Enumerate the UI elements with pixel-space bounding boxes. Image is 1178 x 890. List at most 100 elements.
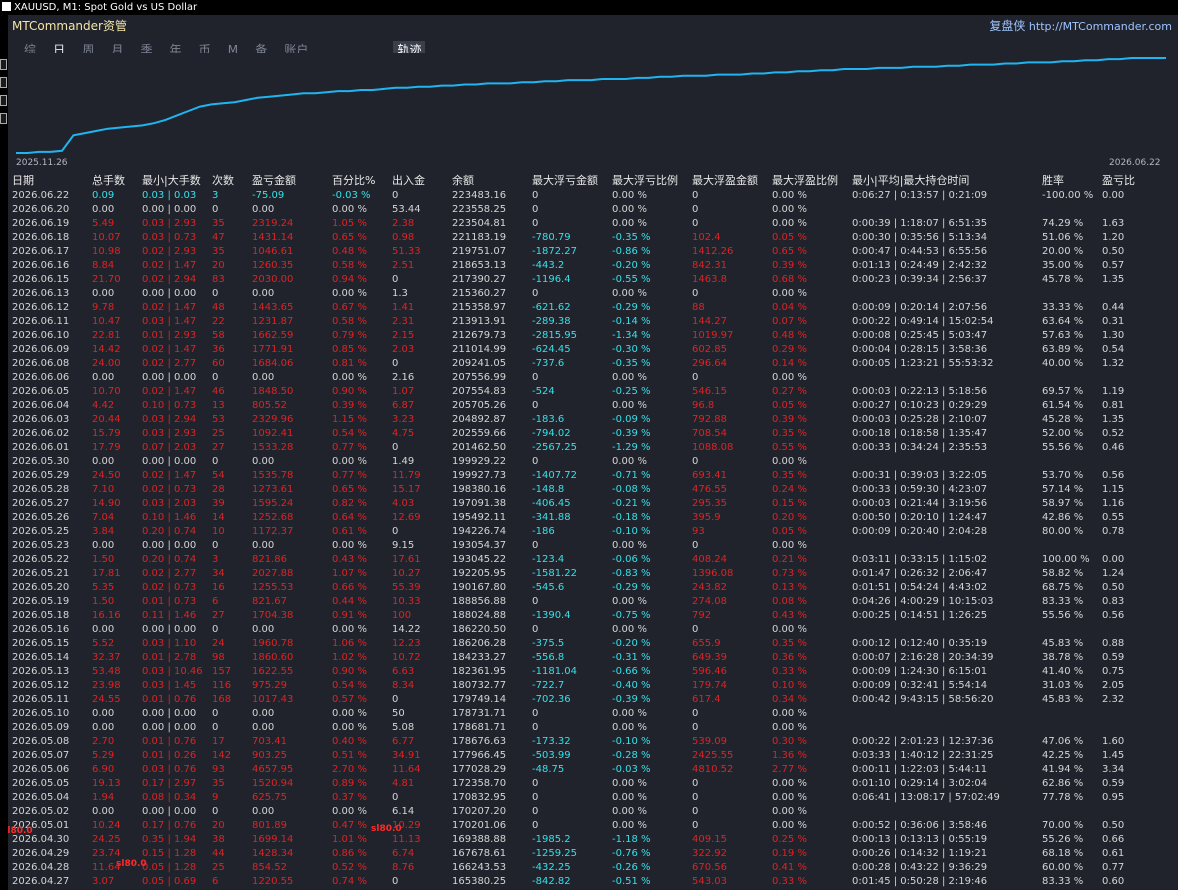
column-header[interactable]: 总手数 (92, 174, 125, 188)
column-header[interactable]: 盈亏金额 (252, 174, 296, 188)
table-row[interactable]: 2026.06.17 10.98 0.02 | 2.93 35 1046.61 0.48 … (8, 245, 1178, 259)
column-header[interactable]: 胜率 (1042, 174, 1064, 188)
table-row[interactable]: 2026.06.09 14.42 0.02 | 1.47 36 1771.91 0.85 … (8, 343, 1178, 357)
table-row[interactable]: 2026.05.27 14.90 0.03 | 2.03 39 1595.24 0.82 … (8, 497, 1178, 511)
table-row[interactable]: 2026.06.22 0.09 0.03 | 0.03 3 -75.09 -0.03 % 0… (8, 189, 1178, 203)
table-row[interactable]: 2026.06.04 4.42 0.10 | 0.73 13 805.52 0.39 % 6… (8, 399, 1178, 413)
column-header[interactable]: 最大浮亏金额 (532, 174, 598, 188)
table-row[interactable]: 2026.05.18 16.16 0.11 | 1.46 27 1704.38 0.91 … (8, 609, 1178, 623)
table-row[interactable]: 2026.04.30 24.25 0.35 | 1.94 38 1699.14 1.01 … (8, 833, 1178, 847)
table-row[interactable]: 2026.05.23 0.00 0.00 | 0.00 0 0.00 0.00 % 9.15… (8, 539, 1178, 553)
column-header[interactable]: 余额 (452, 174, 474, 188)
table-cell: 2.51 (392, 260, 415, 271)
table-cell: 1848.50 (252, 386, 294, 397)
table-row[interactable]: 2026.05.26 7.04 0.10 | 1.46 14 1252.68 0.64 %… (8, 511, 1178, 525)
tool-button-4[interactable] (0, 113, 7, 124)
table-cell: 0.67 % (332, 302, 367, 313)
column-header[interactable]: 最大浮盈金额 (692, 174, 758, 188)
table-cell: 0.64 % (332, 512, 367, 523)
table-row[interactable]: 2026.06.02 15.79 0.03 | 2.93 25 1092.41 0.54 … (8, 427, 1178, 441)
table-cell: 2.70 (92, 736, 115, 747)
tool-button-3[interactable] (0, 95, 7, 106)
table-row[interactable]: 2026.06.10 22.81 0.01 | 2.93 58 1662.59 0.79 … (8, 329, 1178, 343)
table-row[interactable]: 2026.05.05 19.13 0.17 | 2.97 35 1520.94 0.89 … (8, 777, 1178, 791)
table-cell: 24 (212, 638, 225, 649)
table-cell: 35 (212, 778, 225, 789)
table-cell: 1622.55 (252, 666, 294, 677)
table-cell: 0.54 % (332, 680, 367, 691)
column-header[interactable]: 次数 (212, 174, 234, 188)
table-cell: 0.02 | 1.47 (142, 344, 197, 355)
table-cell: 0:00:12 | 0:12:40 | 0:35:19 (852, 638, 988, 649)
table-row[interactable]: 2026.05.30 0.00 0.00 | 0.00 0 0.00 0.00 % 1.49… (8, 455, 1178, 469)
table-row[interactable]: 2026.05.07 5.29 0.01 | 0.26 142 903.25 0.51 %… (8, 749, 1178, 763)
table-row[interactable]: 2026.06.08 24.00 0.02 | 2.77 60 1684.06 0.81 … (8, 357, 1178, 371)
table-row[interactable]: 2026.06.16 8.84 0.02 | 1.47 20 1260.35 0.58 %… (8, 259, 1178, 273)
column-header[interactable]: 盈亏比 (1102, 174, 1135, 188)
site-url[interactable]: http://MTCommander.com (1029, 20, 1172, 33)
table-cell: 0.40 % (332, 736, 367, 747)
table-row[interactable]: 2026.06.01 17.79 0.07 | 2.03 27 1533.28 0.77 … (8, 441, 1178, 455)
table-row[interactable]: 2026.04.29 23.74 0.15 | 1.28 44 1428.34 0.86 … (8, 847, 1178, 861)
table-cell: 63.64 % (1042, 316, 1084, 327)
tool-button-2[interactable] (0, 77, 7, 88)
table-cell: -0.14 % (612, 316, 651, 327)
table-cell: 0.43 % (332, 554, 367, 565)
table-row[interactable]: 2026.05.28 7.10 0.02 | 0.73 28 1273.61 0.65 %… (8, 483, 1178, 497)
table-row[interactable]: 2026.05.10 0.00 0.00 | 0.00 0 0.00 0.00 % 50 17… (8, 707, 1178, 721)
column-header[interactable]: 最大浮亏比例 (612, 174, 678, 188)
table-row[interactable]: 2026.05.09 0.00 0.00 | 0.00 0 0.00 0.00 % 5.08… (8, 721, 1178, 735)
table-row[interactable]: 2026.06.13 0.00 0.00 | 0.00 0 0.00 0.00 % 1.3 2… (8, 287, 1178, 301)
table-cell: 2026.05.28 (12, 484, 70, 495)
table-row[interactable]: 2026.06.05 10.70 0.02 | 1.47 46 1848.50 0.90 … (8, 385, 1178, 399)
table-cell: 5.49 (92, 218, 115, 229)
table-row[interactable]: 2026.06.19 5.49 0.03 | 2.93 35 2319.24 1.05 %… (8, 217, 1178, 231)
table-row[interactable]: 2026.06.11 10.47 0.03 | 1.47 22 1231.87 0.58 … (8, 315, 1178, 329)
table-row[interactable]: 2026.05.21 17.81 0.02 | 2.77 34 2027.88 1.07 … (8, 567, 1178, 581)
table-row[interactable]: 2026.05.25 3.84 0.20 | 0.74 10 1172.37 0.61 %… (8, 525, 1178, 539)
table-row[interactable]: 2026.05.11 24.55 0.01 | 0.76 168 1017.43 0.57… (8, 693, 1178, 707)
table-cell: 0.02 | 2.77 (142, 358, 197, 369)
tool-button-1[interactable] (0, 59, 7, 70)
table-cell: 58.97 % (1042, 498, 1084, 509)
table-row[interactable]: 2026.05.14 32.37 0.01 | 2.78 98 1860.60 1.02 … (8, 651, 1178, 665)
table-row[interactable]: 2026.06.15 21.70 0.02 | 2.94 83 2030.00 0.94 … (8, 273, 1178, 287)
column-header[interactable]: 百分比% (332, 174, 375, 188)
table-row[interactable]: 2026.04.27 3.07 0.05 | 0.69 6 1220.55 0.74 % 0… (8, 875, 1178, 889)
table-cell: 0:03:11 | 0:33:15 | 1:15:02 (852, 554, 988, 565)
column-header[interactable]: 日期 (12, 174, 34, 188)
table-row[interactable]: 2026.05.22 1.50 0.20 | 0.74 3 821.86 0.43 % 17… (8, 553, 1178, 567)
table-row[interactable]: 2026.05.06 6.90 0.03 | 0.76 93 4657.95 2.70 %… (8, 763, 1178, 777)
table-cell: 1771.91 (252, 344, 294, 355)
table-cell: 47 (212, 232, 225, 243)
table-cell: 1533.28 (252, 442, 294, 453)
site-link[interactable]: 复盘侠 http://MTCommander.com (989, 17, 1172, 34)
table-cell: 44 (212, 848, 225, 859)
table-row[interactable]: 2026.06.12 9.78 0.02 | 1.47 48 1443.65 0.67 %… (8, 301, 1178, 315)
table-row[interactable]: 2026.05.01 10.24 0.17 | 0.76 20 801.89 0.47 %… (8, 819, 1178, 833)
chart-overlay-label: sl80.0 (8, 826, 33, 836)
column-header[interactable]: 最小|大手数 (142, 174, 201, 188)
table-row[interactable]: 2026.05.12 23.98 0.03 | 1.45 116 975.29 0.54 … (8, 679, 1178, 693)
table-row[interactable]: 2026.06.03 20.44 0.03 | 2.94 53 2329.96 1.15 … (8, 413, 1178, 427)
column-header[interactable]: 最大浮盈比例 (772, 174, 838, 188)
table-row[interactable]: 2026.05.08 2.70 0.01 | 0.76 17 703.41 0.40 % 6… (8, 735, 1178, 749)
table-cell: 0.00 % (612, 806, 647, 817)
table-cell: 0.00 (252, 624, 275, 635)
table-row[interactable]: 2026.05.16 0.00 0.00 | 0.00 0 0.00 0.00 % 14.2… (8, 623, 1178, 637)
table-row[interactable]: 2026.05.02 0.00 0.00 | 0.00 0 0.00 0.00 % 6.14… (8, 805, 1178, 819)
table-row[interactable]: 2026.06.20 0.00 0.00 | 0.00 0 0.00 0.00 % 53.4… (8, 203, 1178, 217)
table-row[interactable]: 2026.05.04 1.94 0.08 | 0.34 9 625.75 0.37 % 0 1… (8, 791, 1178, 805)
table-row[interactable]: 2026.05.13 53.48 0.03 | 10.46 157 1622.55 0.9… (8, 665, 1178, 679)
table-row[interactable]: 2026.05.15 5.52 0.03 | 1.10 24 1960.78 1.06 %… (8, 637, 1178, 651)
table-row[interactable]: 2026.05.19 1.50 0.01 | 0.73 6 821.67 0.44 % 10… (8, 595, 1178, 609)
table-cell: 1684.06 (252, 358, 294, 369)
table-row[interactable]: 2026.04.28 11.64 0.05 | 1.28 25 854.52 0.52 %… (8, 861, 1178, 875)
table-row[interactable]: 2026.05.20 5.35 0.02 | 0.73 16 1255.53 0.66 %… (8, 581, 1178, 595)
table-row[interactable]: 2026.06.18 10.07 0.03 | 0.73 47 1431.14 0.65 … (8, 231, 1178, 245)
table-row[interactable]: 2026.05.29 24.50 0.02 | 1.47 54 1535.78 0.77 … (8, 469, 1178, 483)
column-header[interactable]: 出入金 (392, 174, 425, 188)
column-header[interactable]: 最小|平均|最大持仓时间 (852, 174, 969, 188)
table-row[interactable]: 2026.06.06 0.00 0.00 | 0.00 0 0.00 0.00 % 2.16… (8, 371, 1178, 385)
table-cell: -0.83 % (612, 568, 651, 579)
